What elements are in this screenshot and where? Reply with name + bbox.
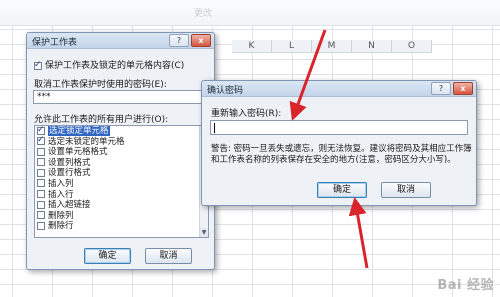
arrow-to-input: [289, 29, 327, 121]
annotation-arrows: [289, 29, 369, 269]
watermark: Bai 经验: [437, 278, 494, 293]
arrow-to-ok: [348, 197, 369, 269]
